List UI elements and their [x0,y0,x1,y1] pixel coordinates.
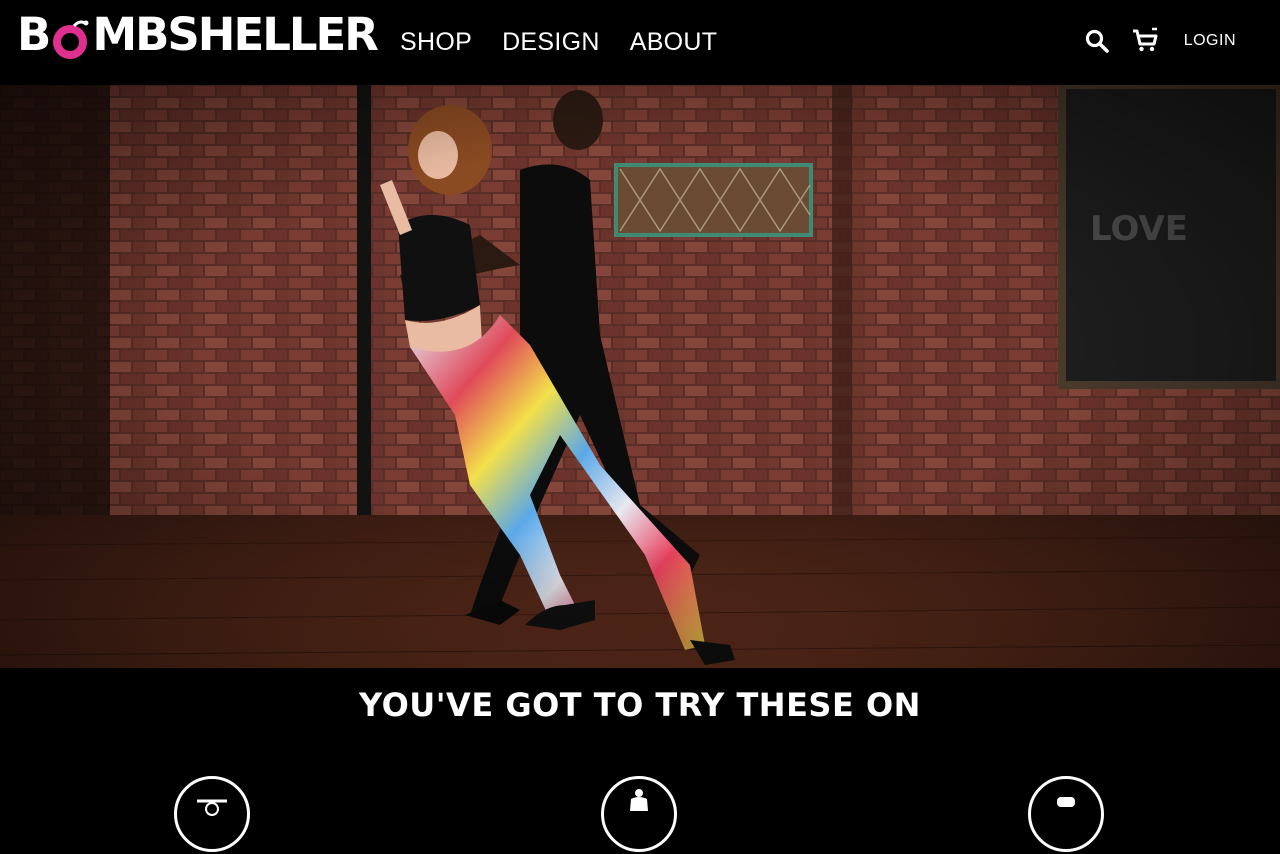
cart-icon [1132,27,1158,52]
bomb-logo-icon [49,18,91,60]
hero-photo: LOVE [0,85,1280,668]
cart-button[interactable] [1130,24,1160,58]
circle-icon [1028,776,1104,852]
main-nav: SHOP DESIGN ABOUT [400,26,747,58]
nav-item-design[interactable]: DESIGN [502,26,600,58]
bombsheller-logo[interactable]: B MBSHELLER [17,8,379,61]
login-link[interactable]: LOGIN [1184,32,1236,50]
dial-icon [174,776,250,852]
search-icon [1085,29,1109,53]
header-tools: LOGIN [1082,24,1236,58]
logo-text-start: B [17,8,51,61]
top-navigation-bar: B MBSHELLER SHOP DESIGN ABOUT LOGIN [0,0,1280,85]
nav-item-shop[interactable]: SHOP [400,26,472,58]
section-heading: YOU'VE GOT TO TRY THESE ON [359,686,921,724]
search-button[interactable] [1082,24,1112,58]
dress-form-icon [601,776,677,852]
nav-item-about[interactable]: ABOUT [630,26,718,58]
hero-image[interactable]: LOVE [0,85,1280,668]
logo-text-end: MBSHELLER [92,8,379,61]
